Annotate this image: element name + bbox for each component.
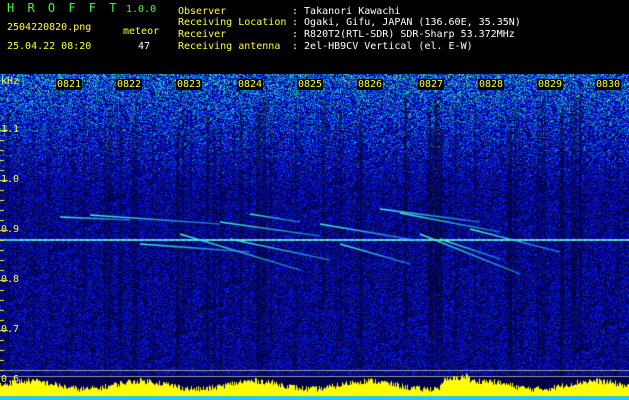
app-title: H R O F F T: [7, 1, 120, 15]
location-value: : Ogaki, Gifu, JAPAN (136.60E, 35.35N): [292, 17, 521, 28]
time-tick: 0821: [56, 79, 83, 90]
receiver-label: Receiver: [178, 29, 227, 40]
time-tick: 0826: [357, 79, 384, 90]
time-tick: 0824: [237, 79, 264, 90]
freq-tick: 1.1: [1, 124, 20, 135]
freq-tick: 0.6: [1, 374, 20, 385]
time-tick: 0825: [297, 79, 324, 90]
spectrogram-canvas: [0, 74, 629, 400]
time-tick: 0829: [537, 79, 564, 90]
freq-tick: 0.9: [1, 224, 20, 235]
antenna-label: Receiving antenna: [178, 41, 281, 52]
observer-value: : Takanori Kawachi: [292, 6, 401, 17]
freq-unit-label: kHz: [1, 76, 20, 87]
time-tick: 0823: [176, 79, 203, 90]
location-label: Receiving Location: [178, 17, 287, 28]
app-version: 1.0.0: [126, 4, 157, 15]
freq-tick: 0.7: [1, 324, 20, 335]
capture-datetime: 25.04.22 08:20: [7, 41, 92, 52]
receiver-value: : R820T2(RTL-SDR) SDR-Sharp 53.372MHz: [292, 29, 515, 40]
meteor-label: meteor: [123, 26, 160, 37]
time-tick: 0828: [478, 79, 505, 90]
freq-tick: 1.0: [1, 174, 20, 185]
meteor-count: 47: [138, 41, 151, 52]
time-tick: 0827: [418, 79, 445, 90]
freq-tick: 0.8: [1, 274, 20, 285]
file-name: 2504220820.png: [7, 22, 92, 33]
time-tick: 0830: [595, 79, 622, 90]
antenna-value: : 2el-HB9CV Vertical (el. E-W): [292, 41, 473, 52]
observer-label: Observer: [178, 6, 227, 17]
time-tick: 0822: [116, 79, 143, 90]
header-panel: H R O F F T 1.0.0 2504220820.png 25.04.2…: [0, 0, 629, 74]
